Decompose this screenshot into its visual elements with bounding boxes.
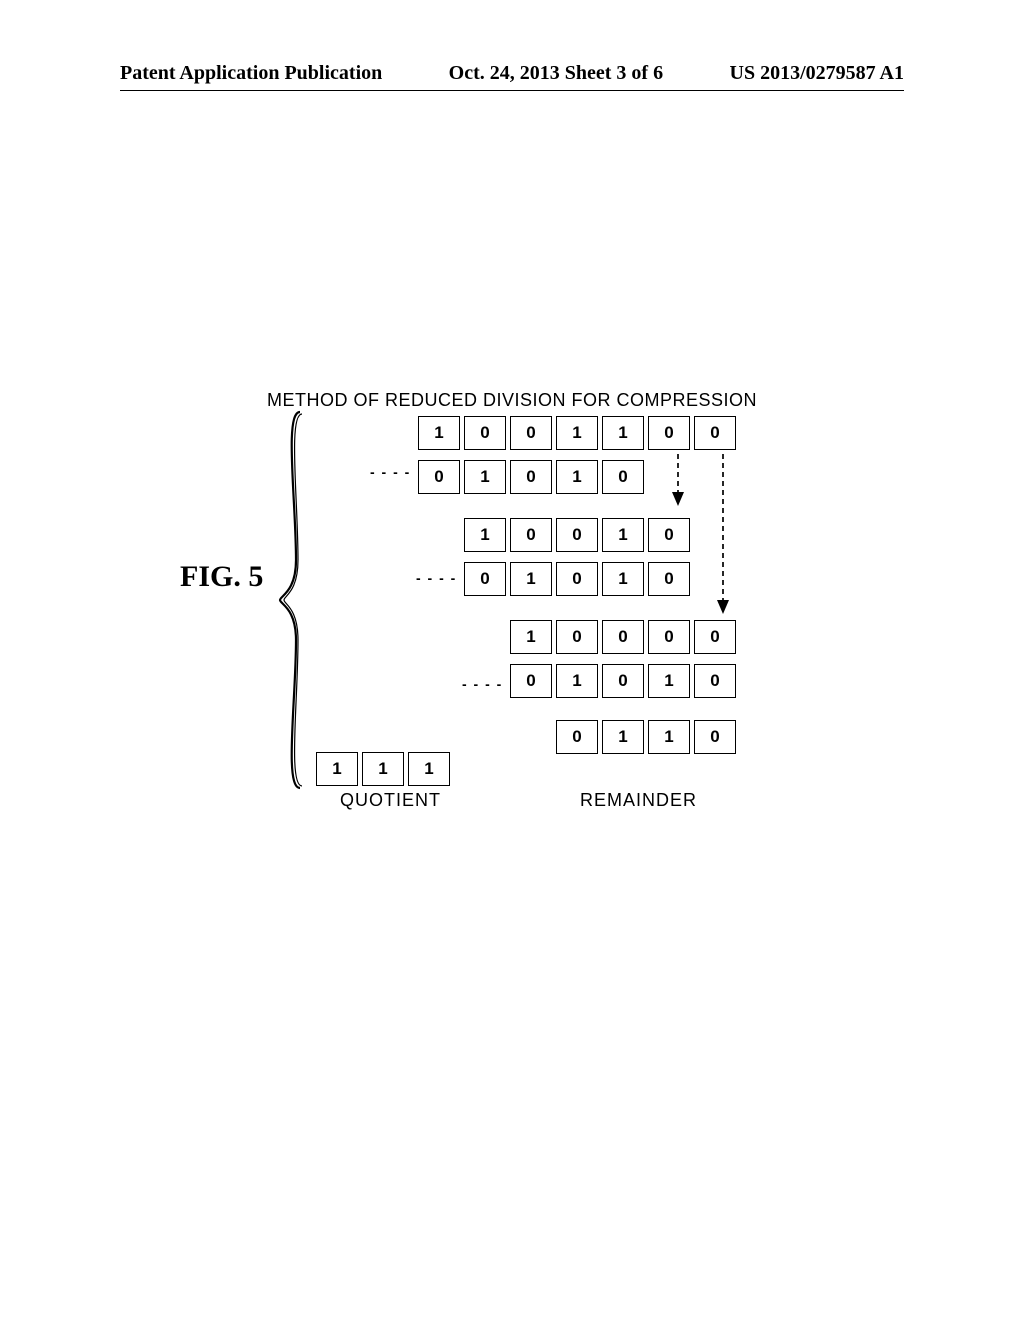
bit-cell: 1 — [510, 562, 552, 596]
quotient-cell: 1 — [408, 752, 450, 786]
bit-cell: 1 — [510, 620, 552, 654]
bit-cell: 1 — [648, 664, 690, 698]
bit-cell: 0 — [510, 664, 552, 698]
bit-cell: 1 — [464, 460, 506, 494]
bit-cell: 0 — [648, 518, 690, 552]
header: Patent Application Publication Oct. 24, … — [120, 62, 904, 85]
bit-cell: 0 — [602, 460, 644, 494]
bit-cell: 0 — [602, 664, 644, 698]
brace-left — [278, 410, 304, 790]
bit-cell: 0 — [464, 416, 506, 450]
bit-cell: 0 — [694, 720, 736, 754]
bit-cell: 1 — [602, 562, 644, 596]
bit-cell: 0 — [556, 518, 598, 552]
figure-number: FIG. 5 — [180, 560, 263, 594]
bit-cell: 0 — [694, 416, 736, 450]
bit-cell: 0 — [648, 416, 690, 450]
bit-cell: 0 — [510, 416, 552, 450]
bit-cell: 0 — [556, 620, 598, 654]
bit-cell: 0 — [694, 664, 736, 698]
bit-cell: 0 — [648, 562, 690, 596]
bit-cell: 0 — [556, 720, 598, 754]
quotient-cell: 1 — [316, 752, 358, 786]
minus-1: - - - - — [370, 464, 411, 480]
diagram-title: METHOD OF REDUCED DIVISION FOR COMPRESSI… — [0, 390, 1024, 411]
bit-cell: 0 — [648, 620, 690, 654]
minus-2: - - - - — [416, 570, 457, 586]
bit-cell: 1 — [602, 720, 644, 754]
bit-cell: 1 — [648, 720, 690, 754]
bit-cell: 1 — [464, 518, 506, 552]
header-middle: Oct. 24, 2013 Sheet 3 of 6 — [449, 62, 663, 85]
bit-cell: 0 — [510, 460, 552, 494]
bit-cell: 1 — [556, 416, 598, 450]
bit-cell: 0 — [694, 620, 736, 654]
quotient-cell: 1 — [362, 752, 404, 786]
bit-cell: 0 — [418, 460, 460, 494]
header-rule — [120, 90, 904, 91]
bit-cell: 1 — [556, 460, 598, 494]
header-right: US 2013/0279587 A1 — [730, 62, 904, 85]
bit-cell: 0 — [602, 620, 644, 654]
bit-cell: 0 — [510, 518, 552, 552]
header-left: Patent Application Publication — [120, 62, 382, 85]
bit-cell: 1 — [602, 518, 644, 552]
minus-3: - - - - — [462, 676, 503, 692]
bit-cell: 0 — [556, 562, 598, 596]
bit-cell: 1 — [418, 416, 460, 450]
bit-cell: 1 — [556, 664, 598, 698]
bit-cell: 0 — [464, 562, 506, 596]
label-quotient: QUOTIENT — [340, 790, 441, 811]
bit-cell: 1 — [602, 416, 644, 450]
label-remainder: REMAINDER — [580, 790, 697, 811]
page: Patent Application Publication Oct. 24, … — [0, 0, 1024, 1320]
